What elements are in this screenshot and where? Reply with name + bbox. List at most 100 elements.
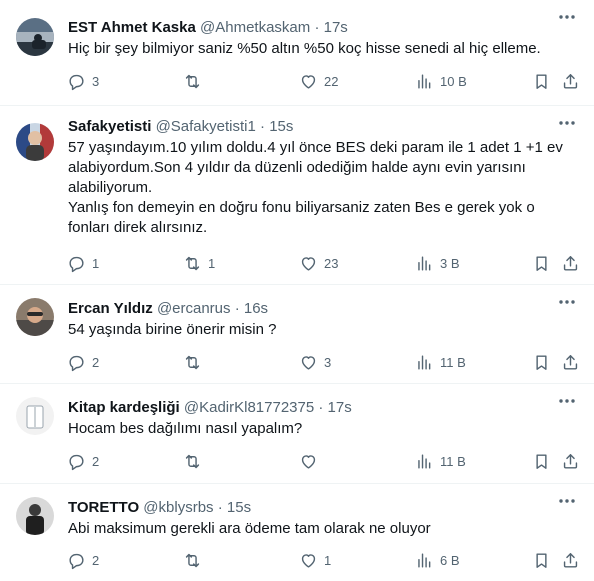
- reply-button[interactable]: 1: [67, 248, 99, 278]
- tweet-text: Hocam bes dağılımı nasıl yapalım?: [68, 419, 580, 439]
- like-button[interactable]: 22: [299, 66, 338, 96]
- like-button[interactable]: 3: [299, 347, 331, 377]
- more-options-icon[interactable]: [554, 293, 580, 311]
- more-options-icon[interactable]: [554, 392, 580, 410]
- heart-icon: [301, 355, 316, 370]
- avatar[interactable]: [16, 397, 54, 435]
- tweet-3[interactable]: Ercan Yıldız @ercanrus · 16s 54 yaşında …: [0, 285, 594, 384]
- tweet-text: Hiç bir şey bilmiyor saniz %50 altın %50…: [68, 39, 580, 59]
- share-button[interactable]: [561, 347, 580, 377]
- display-name[interactable]: Safakyetisti: [68, 118, 151, 135]
- retweet-icon: [185, 553, 200, 567]
- bookmark-icon: [536, 354, 547, 370]
- bookmark-button[interactable]: [532, 248, 551, 278]
- user-handle[interactable]: @Safakyetisti1: [156, 118, 256, 135]
- tweet-text-line: Hocam bes dağılımı nasıl yapalım?: [68, 420, 303, 437]
- like-button[interactable]: 23: [299, 248, 338, 278]
- reply-button[interactable]: 2: [67, 347, 99, 377]
- bookmark-button[interactable]: [532, 545, 551, 575]
- more-options-icon[interactable]: [554, 114, 580, 132]
- share-button[interactable]: [561, 248, 580, 278]
- separator-dot: ·: [217, 499, 223, 516]
- view-count: 6 B: [440, 552, 460, 568]
- share-icon: [563, 354, 578, 370]
- retweet-button[interactable]: [183, 66, 208, 96]
- tweet-text: 54 yaşında birine önerir misin ?: [68, 320, 580, 340]
- display-name[interactable]: Ercan Yıldız: [68, 300, 153, 317]
- views-button[interactable]: 10 B: [415, 66, 467, 96]
- heart-icon: [301, 74, 316, 89]
- action-bar: 2 3 11 B: [0, 347, 594, 377]
- like-button[interactable]: 1: [299, 545, 331, 575]
- more-options-icon[interactable]: [554, 8, 580, 26]
- reply-count: 2: [92, 453, 100, 469]
- share-icon: [563, 73, 578, 89]
- reply-count: 3: [92, 73, 100, 89]
- timestamp[interactable]: 17s: [324, 19, 348, 36]
- share-icon: [563, 255, 578, 271]
- avatar[interactable]: [16, 298, 54, 336]
- like-count: 3: [324, 354, 332, 370]
- tweet-text: Abi maksimum gerekli ara ödeme tam olara…: [68, 519, 580, 539]
- share-button[interactable]: [561, 66, 580, 96]
- tweet-text-line: 54 yaşında birine önerir misin ?: [68, 321, 277, 338]
- retweet-button[interactable]: [183, 347, 208, 377]
- tweet-header: Safakyetisti @Safakyetisti1 · 15s: [68, 117, 580, 136]
- retweet-button[interactable]: [183, 446, 208, 476]
- action-bar: 2 11 B: [0, 446, 594, 476]
- views-button[interactable]: 3 B: [415, 248, 460, 278]
- share-button[interactable]: [561, 446, 580, 476]
- separator-dot: ·: [314, 19, 320, 36]
- retweet-icon: [185, 355, 200, 369]
- reply-count: 1: [92, 255, 100, 271]
- view-count: 11 B: [440, 453, 466, 469]
- heart-icon: [301, 256, 316, 271]
- user-handle[interactable]: @Ahmetkaskam: [200, 19, 310, 36]
- like-button[interactable]: [299, 446, 324, 476]
- like-count: 22: [324, 73, 339, 89]
- retweet-icon: [185, 74, 200, 88]
- heart-icon: [301, 553, 316, 568]
- user-handle[interactable]: @KadirKl81772375: [184, 399, 314, 416]
- bookmark-button[interactable]: [532, 446, 551, 476]
- reply-button[interactable]: 3: [67, 66, 99, 96]
- tweet-text-line: Abi maksimum gerekli ara ödeme tam olara…: [68, 520, 431, 537]
- tweet-4[interactable]: Kitap kardeşliği @KadirKl81772375 · 17s …: [0, 384, 594, 484]
- action-bar: 2 1 6 B: [0, 545, 594, 575]
- tweet-5[interactable]: TORETTO @kblysrbs · 15s Abi maksimum ger…: [0, 484, 594, 581]
- more-options-icon[interactable]: [554, 492, 580, 510]
- user-handle[interactable]: @kblysrbs: [143, 499, 213, 516]
- timestamp[interactable]: 15s: [269, 118, 293, 135]
- share-button[interactable]: [561, 545, 580, 575]
- avatar[interactable]: [16, 497, 54, 535]
- tweet-2[interactable]: Safakyetisti @Safakyetisti1 · 15s 57 yaş…: [0, 106, 594, 285]
- view-count: 11 B: [440, 354, 466, 370]
- retweet-button[interactable]: 1: [183, 248, 215, 278]
- avatar[interactable]: [16, 123, 54, 161]
- display-name[interactable]: Kitap kardeşliği: [68, 399, 180, 416]
- views-button[interactable]: 11 B: [415, 347, 466, 377]
- user-handle[interactable]: @ercanrus: [157, 300, 231, 317]
- tweet-header: TORETTO @kblysrbs · 15s: [68, 498, 580, 517]
- reply-button[interactable]: 2: [67, 446, 99, 476]
- like-count: 23: [324, 255, 339, 271]
- bookmark-button[interactable]: [532, 66, 551, 96]
- tweet-1[interactable]: EST Ahmet Kaska @Ahmetkaskam · 17s Hiç b…: [0, 0, 594, 106]
- views-chart-icon: [418, 73, 431, 89]
- tweet-header: EST Ahmet Kaska @Ahmetkaskam · 17s: [68, 18, 580, 37]
- share-icon: [563, 453, 578, 469]
- reply-button[interactable]: 2: [67, 545, 99, 575]
- display-name[interactable]: EST Ahmet Kaska: [68, 19, 196, 36]
- tweet-text-line: Hiç bir şey bilmiyor saniz %50 altın %50…: [68, 40, 541, 57]
- display-name[interactable]: TORETTO: [68, 499, 139, 516]
- timestamp[interactable]: 17s: [328, 399, 352, 416]
- avatar[interactable]: [16, 18, 54, 56]
- views-button[interactable]: 11 B: [415, 446, 466, 476]
- bookmark-button[interactable]: [532, 347, 551, 377]
- timestamp[interactable]: 15s: [227, 499, 251, 516]
- retweet-button[interactable]: [183, 545, 208, 575]
- views-chart-icon: [418, 354, 431, 370]
- bookmark-icon: [536, 552, 547, 568]
- timestamp[interactable]: 16s: [244, 300, 268, 317]
- views-button[interactable]: 6 B: [415, 545, 460, 575]
